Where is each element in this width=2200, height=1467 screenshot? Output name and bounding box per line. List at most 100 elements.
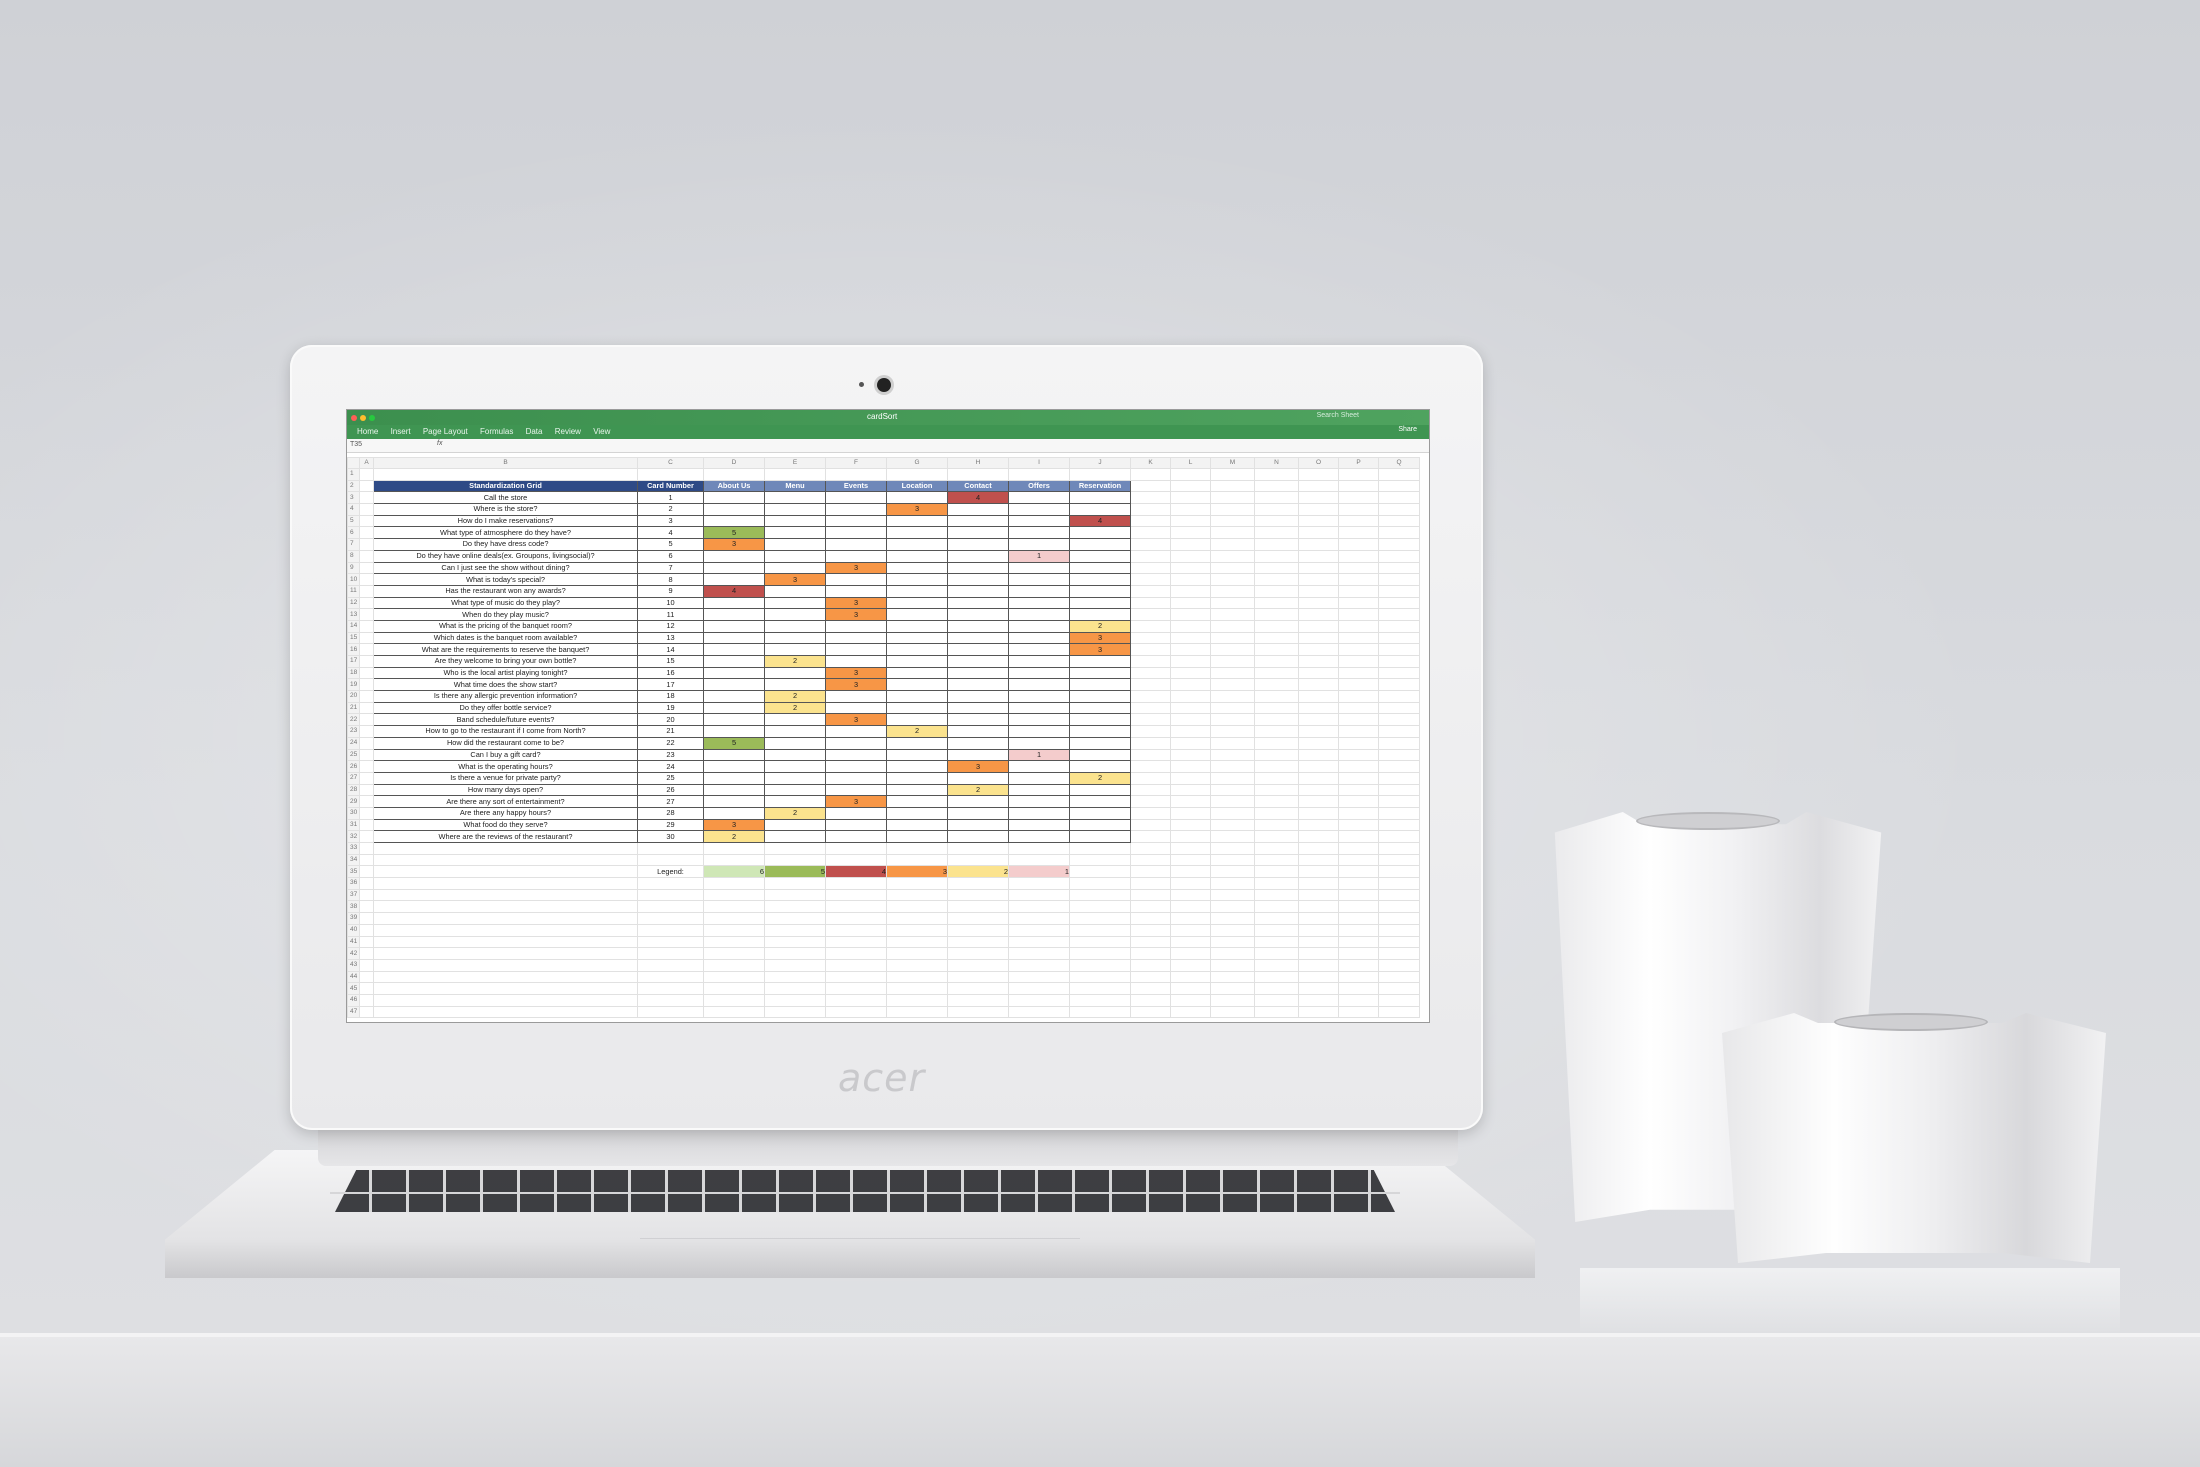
cell[interactable] [1254, 514, 1299, 528]
cell[interactable] [886, 982, 948, 995]
cell[interactable] [1338, 468, 1379, 481]
cell[interactable] [1210, 491, 1255, 505]
score-cell[interactable] [886, 713, 948, 727]
row-header[interactable]: 38 [347, 900, 360, 914]
cell[interactable] [1254, 503, 1299, 516]
row-header[interactable]: 45 [347, 982, 360, 995]
cell[interactable] [1298, 725, 1339, 738]
score-cell[interactable]: 2 [703, 830, 765, 843]
score-cell[interactable] [825, 655, 887, 668]
score-cell[interactable] [764, 818, 826, 832]
cell[interactable] [1130, 666, 1171, 680]
cell[interactable] [1130, 643, 1171, 656]
column-header[interactable]: O [1298, 457, 1339, 469]
score-cell[interactable] [886, 830, 948, 843]
row-header[interactable]: 16 [347, 643, 360, 656]
cell[interactable] [373, 935, 638, 949]
score-cell[interactable] [764, 549, 826, 563]
score-cell[interactable] [1069, 795, 1131, 808]
cell[interactable] [1069, 958, 1131, 972]
card-number[interactable]: 14 [637, 643, 704, 656]
cell[interactable] [1170, 561, 1211, 575]
cell[interactable] [359, 701, 374, 715]
cell[interactable] [1254, 982, 1299, 995]
row-header[interactable]: 41 [347, 935, 360, 949]
cell[interactable] [1170, 725, 1211, 738]
cell[interactable] [1338, 760, 1379, 773]
cell[interactable] [1008, 958, 1070, 972]
row-header[interactable]: 9 [347, 561, 360, 575]
cell[interactable] [1378, 783, 1420, 797]
cell[interactable] [637, 947, 704, 960]
card-text[interactable]: What time does the show start? [373, 678, 638, 692]
cell[interactable] [1069, 468, 1131, 481]
cell[interactable] [359, 468, 374, 481]
score-cell[interactable] [947, 818, 1009, 832]
score-cell[interactable] [764, 678, 826, 692]
cell[interactable] [1210, 655, 1255, 668]
cell[interactable] [1338, 526, 1379, 540]
cell[interactable] [764, 900, 826, 914]
score-cell[interactable] [703, 631, 765, 645]
cell[interactable] [886, 888, 948, 902]
cell[interactable] [1210, 771, 1255, 785]
score-cell[interactable] [764, 736, 826, 750]
cell[interactable] [373, 842, 638, 855]
cell[interactable] [637, 468, 704, 481]
score-cell[interactable] [1008, 783, 1070, 797]
score-cell[interactable] [1008, 725, 1070, 738]
score-cell[interactable] [886, 795, 948, 808]
cell[interactable] [1210, 865, 1255, 879]
cell[interactable] [1130, 947, 1171, 960]
cell[interactable] [1210, 795, 1255, 808]
cell[interactable] [1338, 573, 1379, 586]
cell[interactable] [637, 1005, 704, 1019]
cell[interactable] [1210, 736, 1255, 750]
cell[interactable] [825, 888, 887, 902]
cell[interactable] [1130, 725, 1171, 738]
cell[interactable] [947, 970, 1009, 984]
cell[interactable] [1130, 830, 1171, 843]
cell[interactable] [1008, 468, 1070, 481]
cell[interactable] [1254, 584, 1299, 598]
row-header[interactable]: 20 [347, 690, 360, 703]
card-number[interactable]: 28 [637, 806, 704, 820]
cell[interactable] [703, 982, 765, 995]
cell[interactable] [1298, 795, 1339, 808]
name-box[interactable]: T35 [350, 441, 362, 448]
score-cell[interactable] [1008, 760, 1070, 773]
cell[interactable] [637, 877, 704, 890]
score-cell[interactable] [947, 725, 1009, 738]
score-cell[interactable] [703, 795, 765, 808]
cell[interactable] [1069, 935, 1131, 949]
cell[interactable] [947, 877, 1009, 890]
cell[interactable] [1170, 538, 1211, 551]
cell[interactable] [1378, 526, 1420, 540]
cell[interactable] [359, 491, 374, 505]
cell[interactable] [359, 947, 374, 960]
score-cell[interactable]: 2 [764, 690, 826, 703]
cell[interactable] [1130, 503, 1171, 516]
cell[interactable] [1008, 1005, 1070, 1019]
score-cell[interactable] [825, 514, 887, 528]
row-header[interactable]: 22 [347, 713, 360, 727]
cell[interactable] [359, 865, 374, 879]
cell[interactable] [1378, 468, 1420, 481]
cell[interactable] [1170, 479, 1211, 493]
column-header[interactable]: K [1130, 457, 1171, 469]
cell[interactable] [1170, 982, 1211, 995]
cell[interactable] [1378, 760, 1420, 773]
cell[interactable] [1378, 713, 1420, 727]
column-header[interactable]: J [1069, 457, 1131, 469]
score-cell[interactable]: 2 [764, 701, 826, 715]
cell[interactable] [1338, 725, 1379, 738]
score-cell[interactable] [703, 643, 765, 656]
score-cell[interactable] [1008, 561, 1070, 575]
cell[interactable] [359, 584, 374, 598]
cell[interactable] [825, 468, 887, 481]
cell[interactable] [1254, 783, 1299, 797]
score-cell[interactable] [703, 725, 765, 738]
cell[interactable] [1170, 970, 1211, 984]
score-cell[interactable] [825, 760, 887, 773]
cell[interactable] [1338, 865, 1379, 879]
